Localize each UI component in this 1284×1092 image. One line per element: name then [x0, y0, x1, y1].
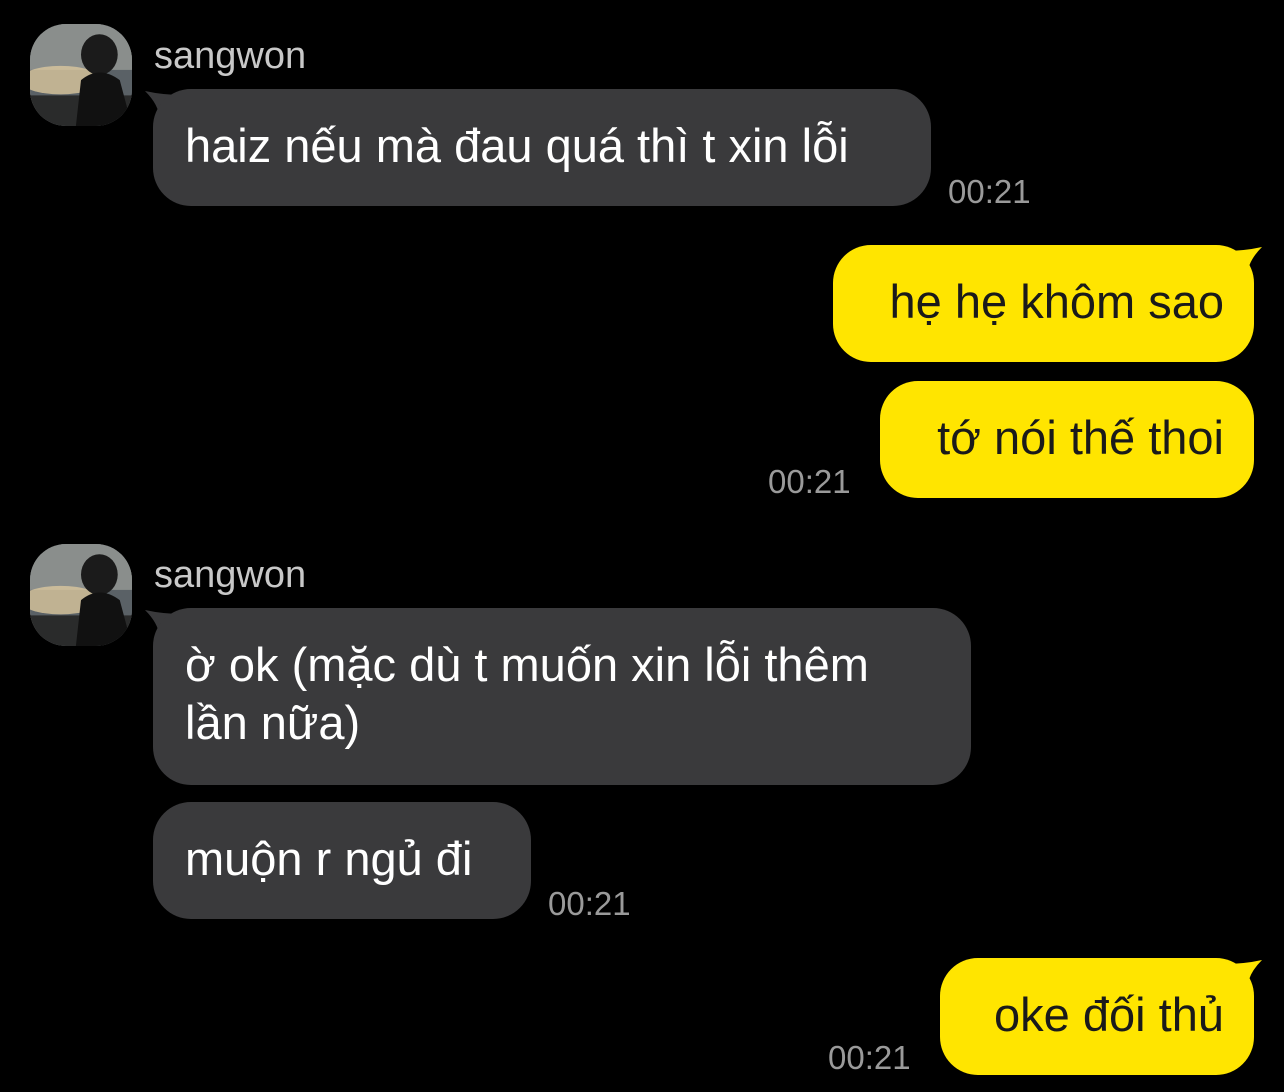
message-bubble[interactable]: haiz nếu mà đau quá thì t xin lỗi	[153, 89, 931, 206]
message-text: hẹ hẹ khôm sao	[889, 275, 1224, 328]
message-timestamp: 00:21	[828, 1039, 911, 1076]
sender-avatar[interactable]	[30, 24, 132, 126]
sender-avatar[interactable]	[30, 544, 132, 646]
avatar-photo-icon	[30, 24, 132, 126]
avatar-photo-icon	[30, 544, 132, 646]
message-text: ờ ok (mặc dù t muốn xin lỗi thêm lần nữa…	[185, 638, 869, 749]
sender-name: sangwon	[154, 35, 307, 77]
message-timestamp: 00:21	[768, 463, 851, 500]
message-text: tớ nói thế thoi	[937, 411, 1224, 464]
message-timestamp: 00:21	[548, 885, 631, 922]
message-bubble[interactable]: tớ nói thế thoi	[880, 381, 1254, 498]
message-bubble[interactable]: ờ ok (mặc dù t muốn xin lỗi thêm lần nữa…	[153, 608, 971, 785]
sender-name: sangwon	[154, 554, 307, 596]
message-text: oke đối thủ	[994, 988, 1224, 1041]
message-text: haiz nếu mà đau quá thì t xin lỗi	[185, 119, 849, 172]
message-bubble[interactable]: hẹ hẹ khôm sao	[833, 245, 1254, 362]
message-timestamp: 00:21	[948, 173, 1031, 210]
message-bubble[interactable]: muộn r ngủ đi	[153, 802, 531, 919]
message-bubble[interactable]: oke đối thủ	[940, 958, 1254, 1075]
message-text: muộn r ngủ đi	[185, 832, 473, 885]
